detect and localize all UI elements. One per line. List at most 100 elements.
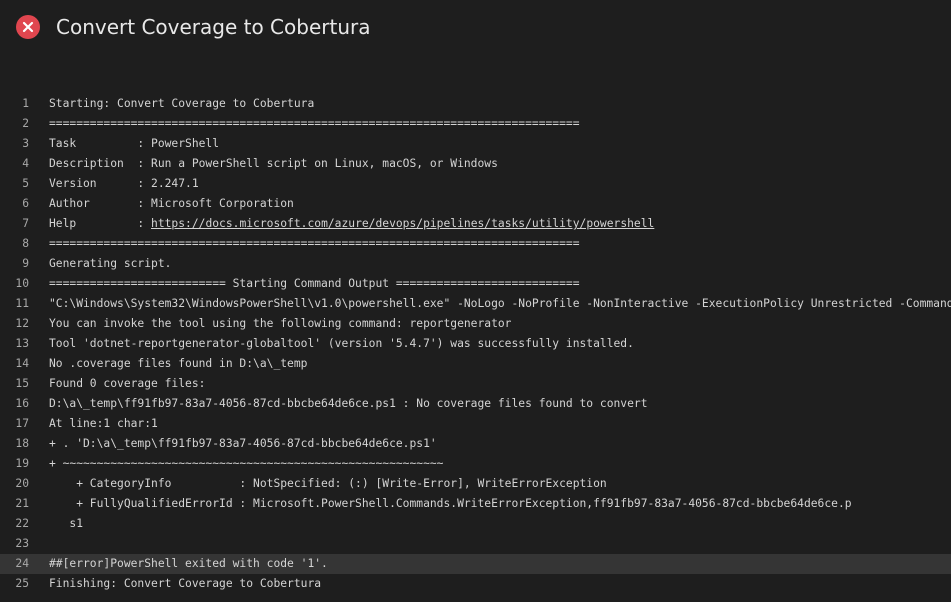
line-number: 10	[15, 277, 29, 290]
line-content: ========================================…	[49, 237, 580, 250]
line-number: 23	[15, 537, 29, 550]
line-number: 3	[22, 137, 29, 150]
line-text: Found 0 coverage files:	[49, 374, 951, 394]
line-content: Found 0 coverage files:	[49, 377, 206, 390]
log-line-error[interactable]: 24 ##[error]PowerShell exited with code '…	[0, 554, 951, 574]
line-number: 20	[15, 477, 29, 490]
line-text: Version : 2.247.1	[49, 174, 951, 194]
log-line[interactable]: 18 + . 'D:\a\_temp\ff91fb97-83a7-4056-87c…	[0, 434, 951, 454]
log-line[interactable]: 21 + FullyQualifiedErrorId : Microsoft.P…	[0, 494, 951, 514]
line-content: Finishing: Convert Coverage to Cobertura	[49, 577, 322, 590]
line-text: ##[error]PowerShell exited with code '1'…	[49, 554, 951, 574]
line-number: 17	[15, 417, 29, 430]
line-number: 18	[15, 437, 29, 450]
line-content: s1	[49, 517, 84, 530]
line-content: ========================================…	[49, 117, 580, 130]
line-content: No .coverage files found in D:\a\_temp	[49, 357, 308, 370]
line-text: Author : Microsoft Corporation	[49, 194, 951, 214]
line-text: D:\a\_temp\ff91fb97-83a7-4056-87cd-bbcbe…	[49, 394, 951, 414]
line-number: 7	[22, 217, 29, 230]
log-line[interactable]: 2 =======================================…	[0, 114, 951, 134]
log-line[interactable]: 4 Description : Run a PowerShell script o…	[0, 154, 951, 174]
line-number: 6	[22, 197, 29, 210]
line-text: ========================================…	[49, 114, 951, 134]
line-number: 5	[22, 177, 29, 190]
log-line[interactable]: 8 =======================================…	[0, 234, 951, 254]
log-line[interactable]: 7 Help : https://docs.microsoft.com/azure…	[0, 214, 951, 234]
line-number: 1	[22, 97, 29, 110]
line-content: + CategoryInfo : NotSpecified: (:) [Writ…	[49, 477, 607, 490]
line-text: ========================== Starting Comm…	[49, 274, 951, 294]
line-text: ========================================…	[49, 234, 951, 254]
line-content: Description : Run a PowerShell script on…	[49, 157, 498, 170]
line-number: 11	[15, 297, 29, 310]
log-line[interactable]: 19 + ~~~~~~~~~~~~~~~~~~~~~~~~~~~~~~~~~~~~…	[0, 454, 951, 474]
line-text: + ~~~~~~~~~~~~~~~~~~~~~~~~~~~~~~~~~~~~~~…	[49, 454, 951, 474]
line-number: 15	[15, 377, 29, 390]
line-number: 14	[15, 357, 29, 370]
log-line[interactable]: 15 Found 0 coverage files:	[0, 374, 951, 394]
log-line[interactable]: 10 ========================== Starting Co…	[0, 274, 951, 294]
line-number: 16	[15, 397, 29, 410]
log-line[interactable]: 25 Finishing: Convert Coverage to Cobertu…	[0, 574, 951, 594]
line-text: + FullyQualifiedErrorId : Microsoft.Powe…	[49, 494, 951, 514]
log-line[interactable]: 1 Starting: Convert Coverage to Cobertura	[0, 94, 951, 114]
line-number: 25	[15, 577, 29, 590]
log-line[interactable]: 6 Author : Microsoft Corporation	[0, 194, 951, 214]
line-text: Help : https://docs.microsoft.com/azure/…	[49, 214, 951, 234]
page-title: Convert Coverage to Cobertura	[56, 15, 371, 39]
line-content: "C:\Windows\System32\WindowsPowerShell\v…	[49, 297, 951, 310]
log-line[interactable]: 9 Generating script.	[0, 254, 951, 274]
line-text: Generating script.	[49, 254, 951, 274]
line-content: + FullyQualifiedErrorId : Microsoft.Powe…	[49, 497, 852, 510]
line-text: Starting: Convert Coverage to Cobertura	[49, 94, 951, 114]
log-line[interactable]: 12 You can invoke the tool using the foll…	[0, 314, 951, 334]
line-content: ##[error]PowerShell exited with code '1'…	[49, 557, 328, 570]
log-line[interactable]: 20 + CategoryInfo : NotSpecified: (:) [W…	[0, 474, 951, 494]
line-number: 8	[22, 237, 29, 250]
line-text: No .coverage files found in D:\a\_temp	[49, 354, 951, 374]
log-line[interactable]: 11 "C:\Windows\System32\WindowsPowerShell…	[0, 294, 951, 314]
log-line[interactable]: 3 Task : PowerShell	[0, 134, 951, 154]
close-x-icon	[22, 21, 34, 33]
log-line[interactable]: 23	[0, 534, 951, 554]
line-text: Finishing: Convert Coverage to Cobertura	[49, 574, 951, 594]
line-content: + . 'D:\a\_temp\ff91fb97-83a7-4056-87cd-…	[49, 437, 437, 450]
task-header: Convert Coverage to Cobertura	[0, 0, 951, 56]
line-content: Author : Microsoft Corporation	[49, 197, 294, 210]
line-text: At line:1 char:1	[49, 414, 951, 434]
line-content: Starting: Convert Coverage to Cobertura	[49, 97, 315, 110]
line-number: 4	[22, 157, 29, 170]
line-content: Help :	[49, 217, 152, 230]
line-content: Task : PowerShell	[49, 137, 220, 150]
line-text: "C:\Windows\System32\WindowsPowerShell\v…	[49, 294, 951, 314]
line-content: Generating script.	[49, 257, 172, 270]
line-number: 2	[22, 117, 29, 130]
log-line[interactable]: 14 No .coverage files found in D:\a\_temp	[0, 354, 951, 374]
line-content: D:\a\_temp\ff91fb97-83a7-4056-87cd-bbcbe…	[49, 397, 648, 410]
log-output[interactable]: 1 Starting: Convert Coverage to Cobertura…	[0, 94, 951, 594]
help-link[interactable]: https://docs.microsoft.com/azure/devops/…	[151, 217, 654, 230]
line-text: s1	[49, 514, 951, 534]
line-content: Tool 'dotnet-reportgenerator-globaltool'…	[49, 337, 634, 350]
log-line[interactable]: 5 Version : 2.247.1	[0, 174, 951, 194]
line-text: You can invoke the tool using the follow…	[49, 314, 951, 334]
line-text: + . 'D:\a\_temp\ff91fb97-83a7-4056-87cd-…	[49, 434, 951, 454]
line-text: + CategoryInfo : NotSpecified: (:) [Writ…	[49, 474, 951, 494]
line-number: 12	[15, 317, 29, 330]
line-content: + ~~~~~~~~~~~~~~~~~~~~~~~~~~~~~~~~~~~~~~…	[49, 457, 444, 470]
line-number: 24	[15, 557, 29, 570]
error-status-icon	[16, 15, 40, 39]
log-line[interactable]: 22 s1	[0, 514, 951, 534]
line-number: 9	[22, 257, 29, 270]
line-content: Version : 2.247.1	[49, 177, 199, 190]
line-number: 19	[15, 457, 29, 470]
line-text: Task : PowerShell	[49, 134, 951, 154]
line-text: Description : Run a PowerShell script on…	[49, 154, 951, 174]
line-content: You can invoke the tool using the follow…	[49, 317, 512, 330]
log-line[interactable]: 17 At line:1 char:1	[0, 414, 951, 434]
log-line[interactable]: 16 D:\a\_temp\ff91fb97-83a7-4056-87cd-bbc…	[0, 394, 951, 414]
line-content: At line:1 char:1	[49, 417, 158, 430]
log-line[interactable]: 13 Tool 'dotnet-reportgenerator-globaltoo…	[0, 334, 951, 354]
line-number: 21	[15, 497, 29, 510]
